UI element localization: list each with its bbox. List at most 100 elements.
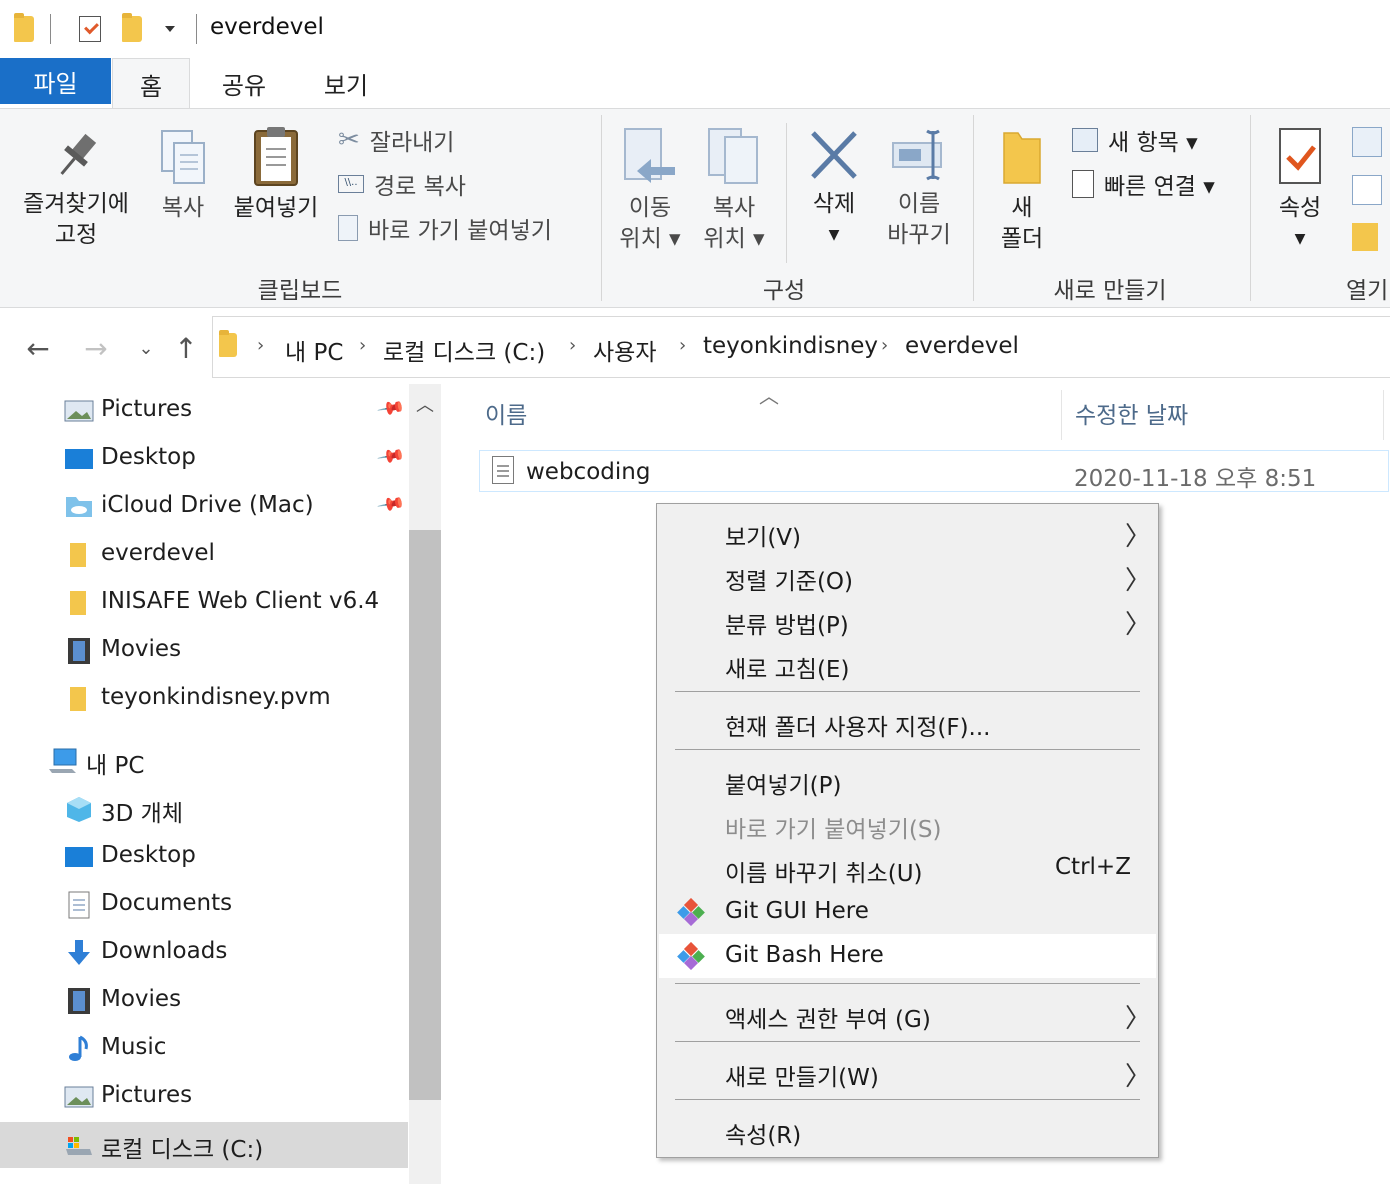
nav-item-pvm[interactable]: teyonkindisney.pvm [0,676,408,722]
nav-item-inisafe[interactable]: INISAFE Web Client v6.4 [0,580,408,626]
menu-item-give-access[interactable]: 액세스 권한 부여 (G) 〉 [659,992,1156,1036]
move-to-button[interactable]: 이동 위치 ▾ [612,127,688,255]
menu-item-label: 새로 고침(E) [725,657,850,683]
submenu-chevron-right-icon: 〉 [1125,522,1152,552]
address-bar[interactable]: › 내 PC › 로컬 디스크 (C:) › 사용자 › teyonkindis… [212,316,1390,378]
column-header-modified[interactable]: 수정한 날짜 [1075,396,1188,430]
pin-icon[interactable]: 📌 [376,489,406,519]
new-folder-icon[interactable] [118,13,146,44]
tab-home[interactable]: 홈 [112,58,190,109]
tab-view[interactable]: 보기 [300,58,392,108]
nav-item-label: Pictures [101,1082,193,1108]
menu-item-git-gui[interactable]: Git GUI Here [659,890,1156,934]
menu-item-git-bash[interactable]: Git Bash Here [659,934,1156,978]
breadcrumb-this-pc[interactable]: 내 PC [285,333,343,367]
nav-item-local-disk[interactable]: 로컬 디스크 (C:) [0,1122,408,1168]
nav-item-downloads[interactable]: Downloads [0,930,408,976]
breadcrumb-chevron-icon[interactable]: › [569,335,576,356]
menu-item-view[interactable]: 보기(V) 〉 [659,510,1156,554]
table-row[interactable]: webcoding 2020-11-18 오후 8:51 [479,450,1389,492]
menu-item-properties[interactable]: 속성(R) [659,1108,1156,1152]
new-group-label: 새로 만들기 [1053,278,1167,304]
easy-access-button[interactable]: 빠른 연결 ▾ [1072,167,1215,201]
breadcrumb-current-folder[interactable]: everdevel [905,333,1019,359]
nav-item-desktop-pc[interactable]: Desktop [0,834,408,880]
column-divider[interactable] [1383,390,1384,440]
ribbon-group-separator [973,115,974,301]
new-folder-button[interactable]: 새 폴더 [984,127,1060,255]
edit-icon[interactable] [1352,175,1382,205]
breadcrumb-users[interactable]: 사용자 [593,333,656,367]
breadcrumb-chevron-icon[interactable]: › [679,335,686,356]
breadcrumb-chevron-icon[interactable]: › [359,335,366,356]
breadcrumb-chevron-icon[interactable]: › [881,335,888,356]
properties-button[interactable]: 속성 ▼ [1262,127,1338,255]
new-item-button[interactable]: 새 항목 ▾ [1072,123,1198,157]
menu-item-paste[interactable]: 붙여넣기(P) [659,758,1156,802]
nav-item-this-pc[interactable]: 내 PC [0,738,408,784]
menu-item-sort-by[interactable]: 정렬 기준(O) 〉 [659,554,1156,598]
git-icon [677,942,705,970]
rename-label-line2: 바꾸기 [887,222,951,248]
paste-button[interactable]: 붙여넣기 [226,125,326,224]
copy-button[interactable]: 복사 [150,129,216,224]
submenu-chevron-right-icon: 〉 [1125,610,1152,640]
scroll-up-chevron-icon[interactable]: ︿ [409,384,441,424]
back-arrow-icon[interactable]: ← [20,330,56,366]
nav-item-documents[interactable]: Documents [0,882,408,928]
nav-pane-scrollbar-thumb[interactable] [409,530,441,1100]
open-icon[interactable] [1352,127,1382,157]
cut-button[interactable]: ✂ 잘라내기 [338,123,454,157]
breadcrumb-chevron-icon[interactable]: › [257,335,264,356]
menu-item-undo-rename[interactable]: 이름 바꾸기 취소(U) Ctrl+Z [659,846,1156,890]
menu-separator [675,1099,1140,1100]
organize-group-label: 구성 [762,278,806,304]
recent-locations-chevron-down-icon[interactable]: ⌄ [128,330,164,366]
pin-to-quick-access-button[interactable]: 즐겨찾기에 고정 [8,129,144,251]
pin-icon[interactable]: 📌 [376,441,406,471]
rename-label-line1: 이름 [897,191,941,217]
menu-item-label: 바로 가기 붙여넣기(S) [725,817,942,843]
nav-item-pictures[interactable]: Pictures 📌 [0,388,408,434]
nav-item-label: 내 PC [86,753,145,779]
history-folder-icon[interactable] [1352,223,1378,251]
breadcrumb-local-disk[interactable]: 로컬 디스크 (C:) [383,333,545,367]
copy-to-label-line2: 위치 ▾ [703,226,765,252]
column-divider[interactable] [1061,390,1062,440]
copy-to-button[interactable]: 복사 위치 ▾ [696,127,772,255]
column-header-name[interactable]: 이름 [485,396,527,430]
breadcrumb-user-folder[interactable]: teyonkindisney [703,333,878,359]
nav-item-pictures-pc[interactable]: Pictures [0,1074,408,1120]
documents-icon [68,891,90,919]
customize-toolbar-chevron-down-icon[interactable] [156,14,184,44]
menu-item-new[interactable]: 새로 만들기(W) 〉 [659,1050,1156,1094]
nav-item-movies[interactable]: Movies [0,628,408,674]
menu-item-group-by[interactable]: 분류 방법(P) 〉 [659,598,1156,642]
copy-path-button[interactable]: \\.. 경로 복사 [338,167,466,201]
cut-label: 잘라내기 [369,130,455,156]
nav-item-everdevel[interactable]: everdevel [0,532,408,578]
nav-item-label: Desktop [101,444,196,470]
nav-item-3d-objects[interactable]: 3D 개체 [0,786,408,832]
tab-file[interactable]: 파일 [0,58,111,104]
nav-item-music[interactable]: Music [0,1026,408,1072]
menu-item-label: 새로 만들기(W) [725,1065,879,1091]
rename-button[interactable]: 이름 바꾸기 [878,127,960,251]
menu-item-refresh[interactable]: 새로 고침(E) [659,642,1156,686]
drive-icon [66,1137,92,1155]
forward-arrow-icon[interactable]: → [78,330,114,366]
tab-share[interactable]: 공유 [198,58,290,108]
ribbon-group-separator [1250,115,1251,301]
pin-icon[interactable]: 📌 [376,393,406,423]
properties-check-icon[interactable] [76,14,104,44]
nav-item-label: 로컬 디스크 (C:) [101,1137,264,1163]
nav-item-desktop[interactable]: Desktop 📌 [0,436,408,482]
menu-item-paste-shortcut[interactable]: 바로 가기 붙여넣기(S) [659,802,1156,846]
nav-item-movies-pc[interactable]: Movies [0,978,408,1024]
up-arrow-icon[interactable]: ↑ [168,330,204,366]
paste-shortcut-button[interactable]: 바로 가기 붙여넣기 [338,211,552,245]
nav-item-icloud-drive[interactable]: iCloud Drive (Mac) 📌 [0,484,408,530]
menu-item-customize-folder[interactable]: 현재 폴더 사용자 지정(F)... [659,700,1156,744]
rename-icon [892,129,942,181]
delete-button[interactable]: 삭제 ▼ [796,127,872,251]
